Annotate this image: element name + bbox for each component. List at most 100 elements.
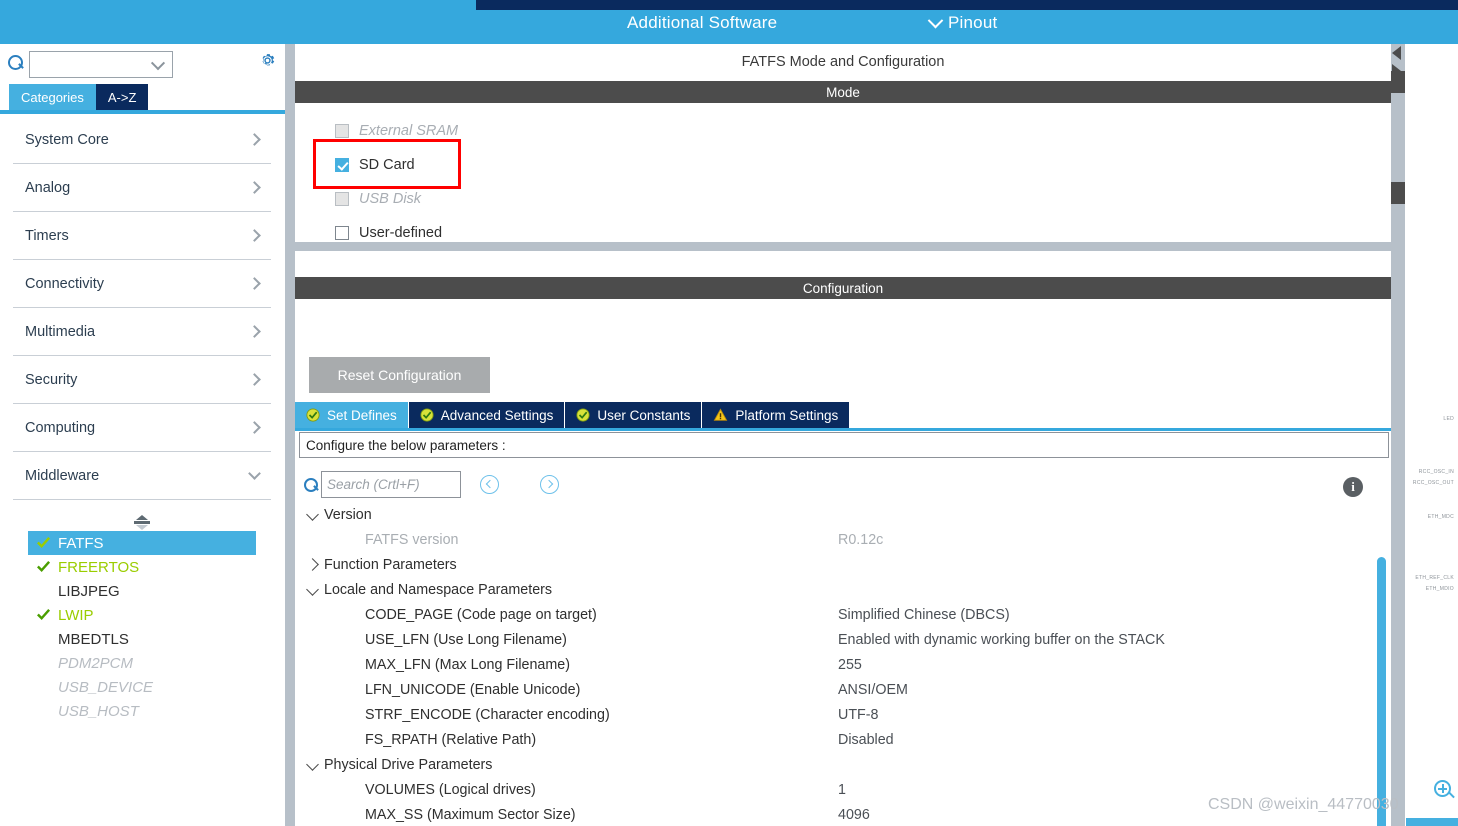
tab-label: Platform Settings <box>735 407 839 423</box>
tree-group-version[interactable]: Version <box>295 502 1391 527</box>
search-icon <box>304 478 318 492</box>
sidebar-item-security[interactable]: Security <box>13 356 271 404</box>
sidebar-item-computing[interactable]: Computing <box>13 404 271 452</box>
app-header: Additional Software Pinout <box>0 0 1458 44</box>
tab-advanced-settings[interactable]: Advanced Settings <box>408 402 566 428</box>
sidebar-resize-handle[interactable] <box>0 511 285 533</box>
mode-option-label: USB Disk <box>359 191 422 207</box>
tab-platform-settings[interactable]: Platform Settings <box>702 402 851 428</box>
sidebar-item-middleware[interactable]: Middleware <box>13 452 271 500</box>
mode-option-label: User-defined <box>359 225 443 241</box>
chevron-right-icon <box>544 479 554 489</box>
pin-label-rcc-osc-out: RCC_OSC_OUT <box>1412 480 1454 486</box>
tree-row-strf-encode[interactable]: STRF_ENCODE (Character encoding) UTF-8 <box>295 702 1391 727</box>
sidebar-item-timers[interactable]: Timers <box>13 212 271 260</box>
sidebar-item-analog[interactable]: Analog <box>13 164 271 212</box>
warning-triangle-icon <box>713 408 728 422</box>
middleware-item-usb-device: USB_DEVICE <box>28 675 256 699</box>
chevron-right-icon <box>248 277 261 290</box>
tree-node-value[interactable]: Simplified Chinese (DBCS) <box>838 607 1010 623</box>
tree-row-use-lfn[interactable]: USE_LFN (Use Long Filename) Enabled with… <box>295 627 1391 652</box>
tree-node-label: FS_RPATH (Relative Path) <box>365 731 537 748</box>
tree-node-value[interactable]: ANSI/OEM <box>838 682 908 698</box>
splitter-marker-mid <box>1391 182 1405 204</box>
tree-node-value[interactable]: 4096 <box>838 807 870 823</box>
sidebar-tab-underline <box>0 110 285 114</box>
tree-node-label: Version <box>324 506 372 523</box>
gear-icon[interactable] <box>258 51 277 70</box>
middleware-item-label: USB_HOST <box>58 702 139 720</box>
tree-group-physical-drive[interactable]: Physical Drive Parameters <box>295 752 1391 777</box>
chevron-right-icon <box>248 133 261 146</box>
sidebar-splitter[interactable] <box>285 44 295 826</box>
reset-configuration-button[interactable]: Reset Configuration <box>309 357 490 393</box>
sidebar-item-label: Connectivity <box>25 275 104 292</box>
sidebar-item-multimedia[interactable]: Multimedia <box>13 308 271 356</box>
check-icon <box>36 559 51 574</box>
tree-node-value[interactable]: Enabled with dynamic working buffer on t… <box>838 632 1165 648</box>
sidebar-item-connectivity[interactable]: Connectivity <box>13 260 271 308</box>
checkbox-user-defined[interactable] <box>335 226 349 240</box>
chevron-down-icon <box>306 508 319 521</box>
tree-node-value[interactable]: 255 <box>838 657 862 673</box>
tree-row-max-lfn[interactable]: MAX_LFN (Max Long Filename) 255 <box>295 652 1391 677</box>
tree-node-value[interactable]: 1 <box>838 782 846 798</box>
triangle-left-icon[interactable] <box>1392 46 1401 60</box>
checkbox-sd-card[interactable] <box>335 158 349 172</box>
tree-group-locale-namespace[interactable]: Locale and Namespace Parameters <box>295 577 1391 602</box>
middleware-item-lwip[interactable]: LWIP <box>28 603 256 627</box>
search-input[interactable] <box>321 471 461 498</box>
tree-row-lfn-unicode[interactable]: LFN_UNICODE (Enable Unicode) ANSI/OEM <box>295 677 1391 702</box>
mode-section-header: Mode <box>295 81 1391 103</box>
middleware-item-fatfs[interactable]: FATFS <box>28 531 256 555</box>
tree-node-value[interactable]: UTF-8 <box>838 707 879 723</box>
zoom-in-icon[interactable] <box>1434 780 1455 801</box>
tab-a-to-z[interactable]: A->Z <box>95 84 149 110</box>
tab-set-defines[interactable]: Set Defines <box>295 402 409 428</box>
header-pinout-menu[interactable]: Pinout <box>927 12 997 33</box>
pin-label-eth-ref-clk: ETH_REF_CLK <box>1415 575 1454 581</box>
checkbox-external-sram <box>335 124 349 138</box>
pin-label-led: LED <box>1443 416 1454 422</box>
tree-row-fs-rpath[interactable]: FS_RPATH (Relative Path) Disabled <box>295 727 1391 752</box>
page-title: FATFS Mode and Configuration <box>741 53 945 70</box>
tab-label: Advanced Settings <box>440 407 554 423</box>
mode-option-user-defined[interactable]: User-defined <box>335 223 442 243</box>
tab-user-constants[interactable]: User Constants <box>565 402 703 428</box>
tab-label: User Constants <box>597 407 691 423</box>
parameter-tree: Version FATFS version R0.12c Function Pa… <box>295 502 1391 826</box>
mode-option-sd-card[interactable]: SD Card <box>335 155 415 175</box>
pinout-pane[interactable]: LED RCC_OSC_IN RCC_OSC_OUT ETH_MDC ETH_R… <box>1405 44 1458 826</box>
parameter-scrollbar-thumb[interactable] <box>1377 557 1386 826</box>
tree-node-value: R0.12c <box>838 531 884 548</box>
triangle-right-icon[interactable] <box>1392 64 1401 78</box>
chevron-down-icon <box>927 12 944 28</box>
parameter-search-row <box>295 471 1391 501</box>
collapse-all-button[interactable] <box>480 475 499 494</box>
middleware-item-libjpeg[interactable]: LIBJPEG <box>28 579 256 603</box>
checkbox-usb-disk <box>335 192 349 206</box>
tree-row-fatfs-version: FATFS version R0.12c <box>295 527 1391 552</box>
tree-node-label: VOLUMES (Logical drives) <box>365 781 536 798</box>
right-splitter[interactable] <box>1391 44 1405 826</box>
watermark: CSDN @weixin_44770030 <box>1208 796 1399 813</box>
header-additional-software[interactable]: Additional Software <box>627 13 777 33</box>
sidebar-search-combo[interactable] <box>29 51 173 78</box>
tab-categories[interactable]: Categories <box>9 84 96 110</box>
tree-group-function-parameters[interactable]: Function Parameters <box>295 552 1391 577</box>
middleware-item-label: USB_DEVICE <box>58 678 154 696</box>
check-icon <box>36 535 51 550</box>
middleware-item-freertos[interactable]: FREERTOS <box>28 555 256 579</box>
sidebar-item-system-core[interactable]: System Core <box>13 116 271 164</box>
pin-label-eth-mdc: ETH_MDC <box>1427 514 1454 520</box>
middleware-item-pdm2pcm: PDM2PCM <box>28 651 256 675</box>
tree-row-code-page[interactable]: CODE_PAGE (Code page on target) Simplifi… <box>295 602 1391 627</box>
tree-node-value[interactable]: Disabled <box>838 732 894 748</box>
configuration-tabs-underline <box>295 428 1391 431</box>
middleware-item-mbedtls[interactable]: MBEDTLS <box>28 627 256 651</box>
tree-node-label: MAX_LFN (Max Long Filename) <box>365 656 570 673</box>
check-circle-icon <box>420 408 434 422</box>
chevron-right-icon <box>248 421 261 434</box>
expand-all-button[interactable] <box>540 475 559 494</box>
info-icon[interactable]: i <box>1343 477 1363 497</box>
